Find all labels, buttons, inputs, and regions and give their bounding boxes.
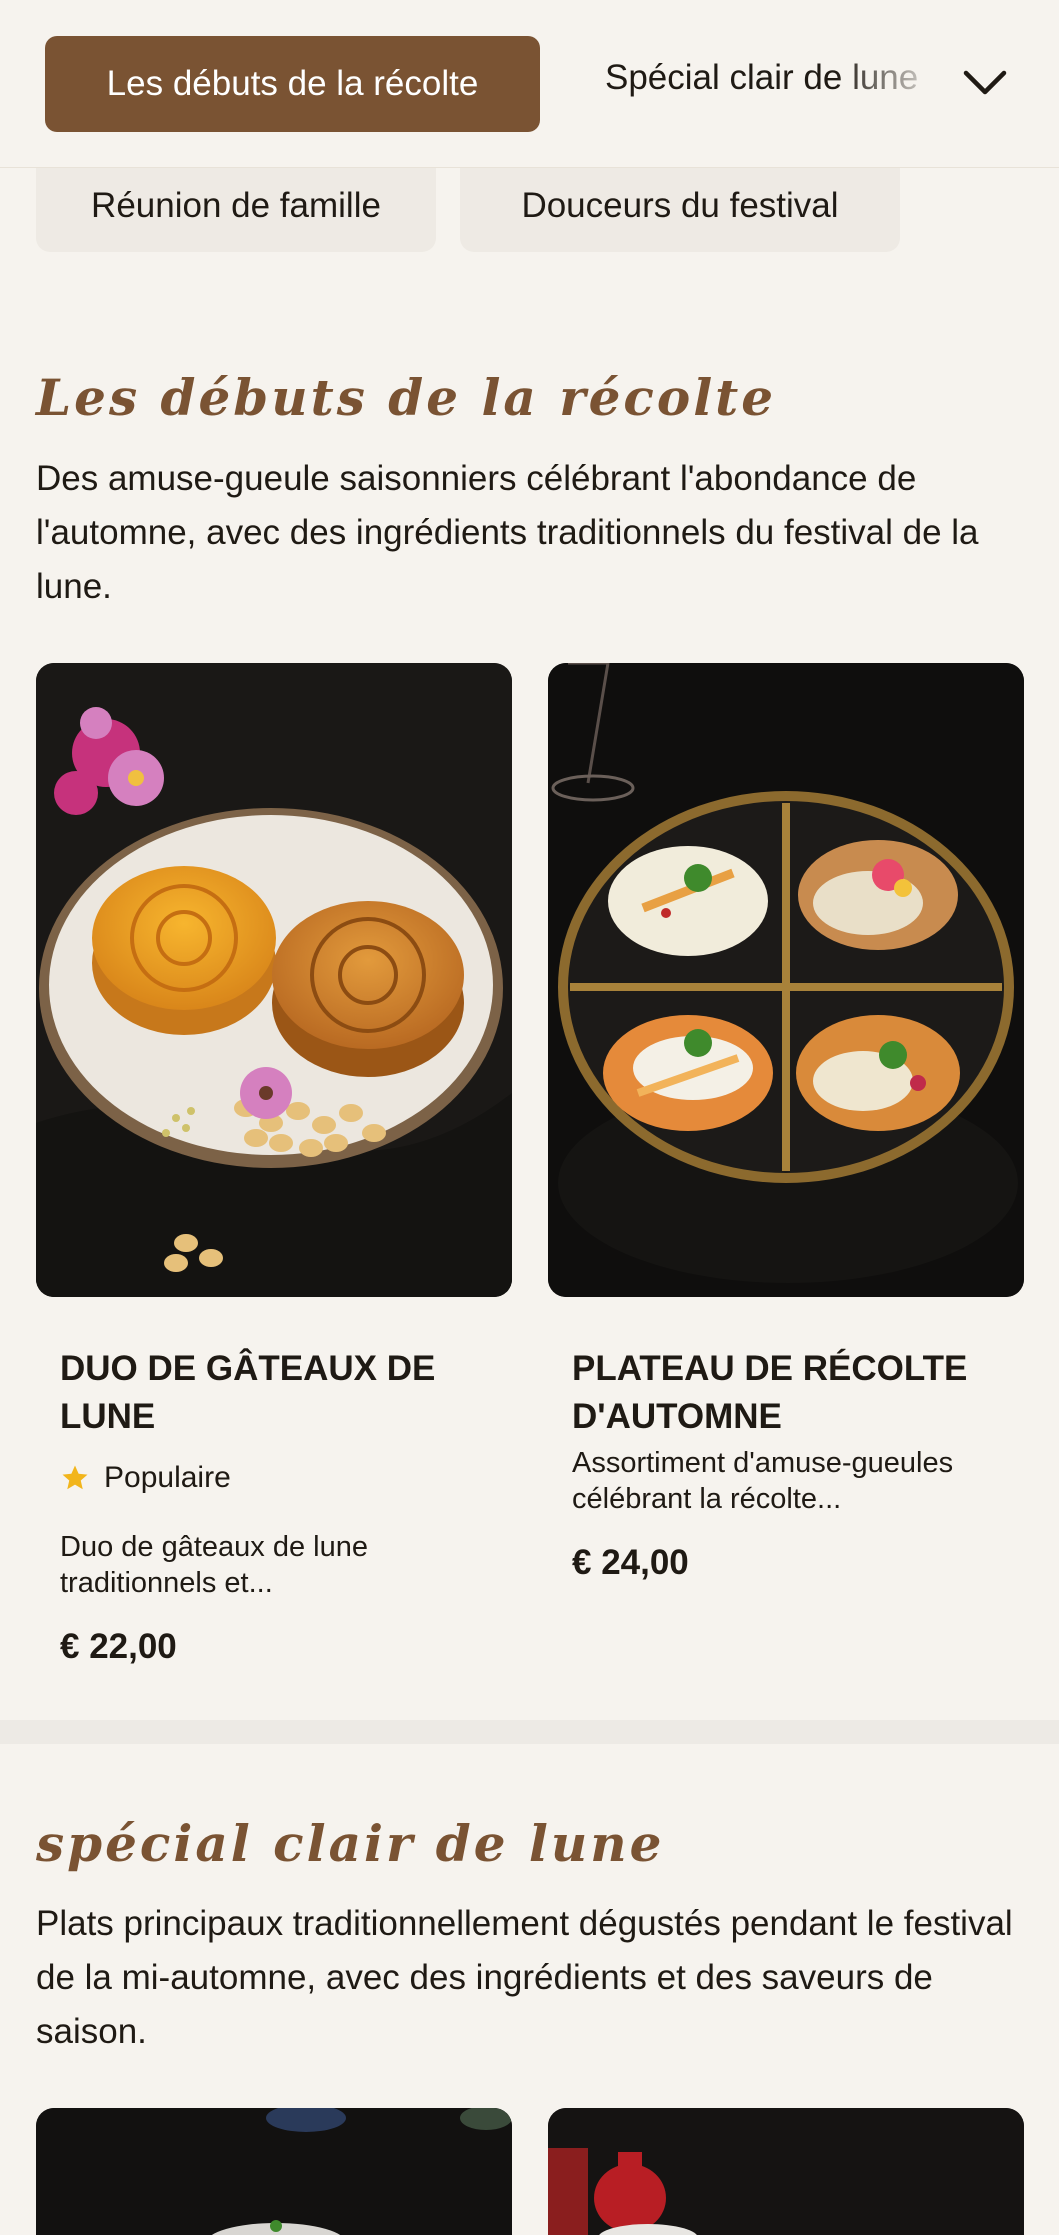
- menu-item-description: Duo de gâteaux de lune traditionnels et.…: [60, 1531, 368, 1599]
- menu-item-price: € 24,00: [572, 1543, 689, 1582]
- menu-item-name: PLATEAU DE RÉCOLTE D'AUTOMNE: [572, 1349, 968, 1436]
- section-title: spécial clair de lune: [36, 1814, 665, 1873]
- section-divider: [0, 1720, 1059, 1744]
- section-description: Des amuse-gueule saisonniers célébrant l…: [36, 459, 979, 606]
- menu-item-price: € 22,00: [60, 1627, 177, 1666]
- menu-item-card[interactable]: DUO DE GÂTEAUX DE LUNE Populaire Duo de …: [36, 663, 512, 1673]
- section-description: Plats principaux traditionnellement dégu…: [36, 1904, 1013, 2051]
- category-tab-les-debuts[interactable]: Les débuts de la récolte: [45, 36, 540, 132]
- mooncake-duo-image: [36, 663, 512, 1297]
- category-tab-special-clair-de-lune[interactable]: Spécial clair de lune: [605, 58, 945, 110]
- chevron-down-icon[interactable]: [960, 60, 1010, 106]
- menu-item-name: DUO DE GÂTEAUX DE LUNE: [60, 1349, 436, 1436]
- menu-item-image: [548, 2108, 1024, 2235]
- category-bar: Les débuts de la récolte Spécial clair d…: [0, 0, 1059, 168]
- badge-label: Populaire: [104, 1461, 231, 1494]
- popular-badge: Populaire: [60, 1461, 500, 1495]
- menu-item-image: [36, 2108, 512, 2235]
- section-title: Les débuts de la récolte: [36, 368, 777, 427]
- menu-item-description: Assortiment d'amuse-gueules célébrant la…: [572, 1447, 954, 1515]
- menu-item-card[interactable]: [548, 2108, 1024, 2235]
- star-icon: [62, 1465, 88, 1490]
- menu-item-card[interactable]: [36, 2108, 512, 2235]
- category-chip-reunion-de-famille[interactable]: Réunion de famille: [36, 160, 436, 252]
- menu-item-card[interactable]: PLATEAU DE RÉCOLTE D'AUTOMNE Assortiment…: [548, 663, 1024, 1593]
- harvest-platter-image: [548, 663, 1024, 1297]
- category-chip-douceurs-du-festival[interactable]: Douceurs du festival: [460, 160, 900, 252]
